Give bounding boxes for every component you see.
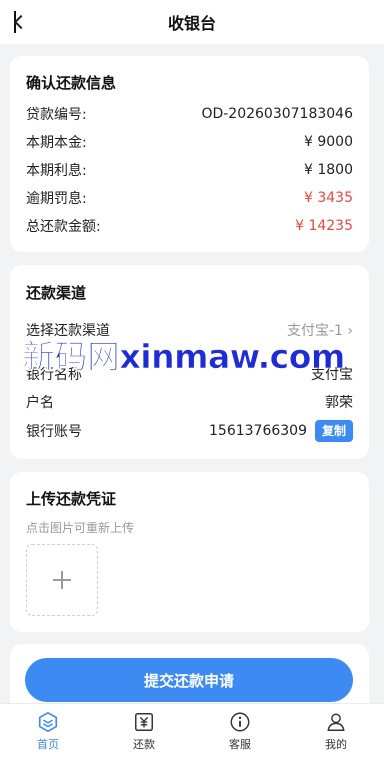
repay-icon (135, 713, 153, 731)
tab-repay[interactable]: 还款 (96, 704, 192, 761)
upload-voucher-title: 上传还款凭证 (26, 490, 117, 508)
info-label: 贷款编号: (26, 107, 87, 123)
info-label: 本期利息: (26, 163, 87, 179)
info-label: 本期本金: (26, 135, 87, 151)
submit-card: 提交还款申请 (10, 644, 369, 704)
upload-voucher-card: 上传还款凭证 点击图片可重新上传 (10, 472, 369, 632)
home-icon (38, 712, 58, 732)
info-row-principal: 本期本金: ¥ 9000 (26, 132, 353, 152)
bank-account-value: 15613766309 (209, 423, 307, 439)
tab-service-label: 客服 (229, 738, 251, 751)
tab-profile[interactable]: 我的 (288, 704, 384, 761)
back-button[interactable] (10, 8, 38, 36)
tab-profile-label: 我的 (325, 738, 347, 751)
repayment-info-card: 确认还款信息 贷款编号: OD-20260307183046 本期本金: ¥ 9… (10, 56, 369, 252)
info-value: ¥ 3435 (304, 190, 353, 206)
tab-home-label: 首页 (37, 738, 59, 751)
info-row-penalty: 逾期罚息: ¥ 3435 (26, 188, 353, 208)
copy-button[interactable]: 复制 (314, 420, 353, 442)
submit-repayment-button[interactable]: 提交还款申请 (25, 658, 353, 702)
upload-image-box[interactable] (26, 544, 98, 616)
info-row-interest: 本期利息: ¥ 1800 (26, 160, 353, 180)
bank-account-label: 银行账号 (26, 424, 82, 440)
watermark: 新码网xinmaw.com (22, 337, 346, 377)
bank-account-row: 银行账号 15613766309 复制 (26, 419, 353, 443)
info-label: 逾期罚息: (26, 191, 87, 207)
upload-hint: 点击图片可重新上传 (26, 521, 135, 535)
plus-icon (53, 571, 71, 589)
info-value: ¥ 14235 (295, 218, 353, 234)
info-label: 总还款金额: (26, 219, 101, 235)
info-row-total: 总还款金额: ¥ 14235 (26, 216, 353, 236)
account-holder-value: 郭荣 (325, 395, 353, 411)
info-row-loan-no: 贷款编号: OD-20260307183046 (26, 104, 353, 124)
account-holder-label: 户名 (26, 395, 54, 411)
info-value: ¥ 1800 (304, 162, 353, 178)
tab-home[interactable]: 首页 (0, 704, 96, 761)
bottom-tab-bar: 首页 还款 客服 我的 (0, 703, 384, 761)
tab-repay-label: 还款 (133, 738, 155, 751)
back-arrow-icon (13, 14, 29, 30)
tab-service[interactable]: 客服 (192, 704, 288, 761)
top-bar: 收银台 (0, 0, 384, 44)
repayment-info-title: 确认还款信息 (26, 74, 117, 92)
page-title: 收银台 (167, 14, 216, 33)
info-value: OD-20260307183046 (201, 106, 353, 122)
profile-icon (327, 713, 345, 731)
bank-account-wrap: 15613766309 复制 (209, 420, 353, 442)
repayment-channel-title: 还款渠道 (26, 284, 87, 302)
info-value: ¥ 9000 (304, 134, 353, 150)
account-holder-row: 户名 郭荣 (26, 390, 353, 414)
service-icon (230, 712, 250, 732)
